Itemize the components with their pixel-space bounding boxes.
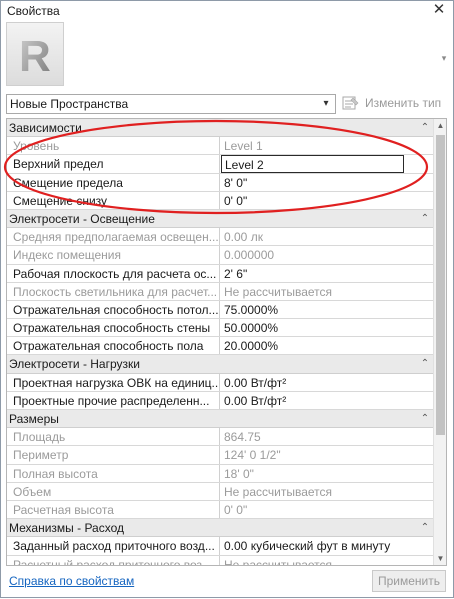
group-label: Размеры: [9, 412, 59, 426]
collapse-icon[interactable]: ⌃: [418, 411, 432, 426]
group-label: Электросети - Нагрузки: [9, 357, 140, 372]
property-value[interactable]: 2' 6": [221, 265, 434, 282]
property-value[interactable]: 0.00 Вт/фт²: [221, 392, 434, 409]
property-name: Смещение предела: [7, 173, 220, 191]
property-name: Смещение снизу: [7, 191, 220, 209]
title-bar: Свойства ✕: [1, 1, 453, 21]
property-name: Верхний предел: [7, 155, 220, 173]
property-row: Отражательная способность потол... 75.000…: [7, 300, 434, 320]
property-value: 124' 0 1/2": [224, 448, 281, 463]
property-name: Площадь: [7, 428, 220, 446]
property-name: Заданный расход приточного возд...: [7, 537, 220, 555]
property-row: Смещение предела 8' 0": [7, 173, 434, 192]
group-header[interactable]: Размеры ⌃: [7, 410, 434, 429]
property-row: Средняя предполагаемая освещен... 0.00 лк: [7, 228, 434, 247]
property-value: 0.000000: [224, 248, 275, 263]
property-row: Отражательная способность пола 20.0000%: [7, 337, 434, 356]
edit-type-icon: [342, 95, 360, 111]
scroll-thumb[interactable]: [436, 135, 445, 435]
property-name: Отражательная способность стены: [7, 319, 220, 337]
edit-type-button[interactable]: Изменить тип: [342, 94, 450, 114]
property-row: Проектная нагрузка ОВК на единиц... 0.00 …: [7, 373, 434, 392]
group-header[interactable]: Зависимости ⌃: [7, 119, 434, 138]
property-name: Полная высота: [7, 464, 220, 482]
group-header[interactable]: Электросети - Нагрузки ⌃: [7, 355, 434, 374]
collapse-icon[interactable]: ⌃: [418, 120, 432, 135]
type-selector-value: Новые Пространства: [10, 97, 129, 111]
property-name: Объем: [7, 482, 220, 500]
property-value: 864.75: [224, 430, 261, 445]
property-name: Расчетная высота: [7, 500, 220, 519]
property-name: Рабочая плоскость для расчета ос...: [7, 264, 220, 282]
group-header[interactable]: Механизмы - Расход ⌃: [7, 519, 434, 538]
property-row: Плоскость светильника для расчет... Не ра…: [7, 282, 434, 301]
type-selector-dropdown[interactable]: Новые Пространства ▾: [6, 94, 336, 114]
property-value: 0.00 лк: [224, 230, 263, 245]
property-value[interactable]: 20.0000%: [221, 337, 434, 354]
group-label: Механизмы - Расход: [9, 521, 125, 536]
apply-button[interactable]: Применить: [372, 570, 446, 592]
property-name: Расчетный расход приточного воз...: [7, 555, 220, 565]
property-name: Отражательная способность пола: [7, 337, 220, 355]
close-icon[interactable]: ✕: [431, 2, 447, 18]
scroll-down-icon[interactable]: ▼: [434, 552, 446, 565]
property-name: Уровень: [7, 137, 220, 155]
type-preview: R ▾: [2, 21, 452, 91]
properties-palette: Свойства ✕ R ▾ Новые Пространства ▾ Изме…: [0, 0, 454, 598]
property-row: Периметр 124' 0 1/2": [7, 446, 434, 465]
property-row: Объем Не рассчитывается: [7, 482, 434, 501]
property-row: Проектные прочие распределенн... 0.00 Вт/…: [7, 391, 434, 410]
property-row: Уровень Level 1: [7, 137, 434, 156]
chevron-down-icon[interactable]: ▾: [318, 96, 334, 112]
preview-scroll-icon[interactable]: ▾: [439, 53, 449, 63]
property-value: Не рассчитывается: [224, 557, 333, 566]
property-value[interactable]: 75.0000%: [221, 301, 434, 318]
property-value: 18' 0": [224, 466, 254, 481]
property-value[interactable]: 0' 0": [221, 192, 434, 209]
property-value[interactable]: 50.0000%: [221, 319, 434, 336]
property-grid: Зависимости ⌃ Уровень Level 1 Верхний предел…: [6, 118, 447, 566]
revit-logo-icon: R: [6, 22, 64, 86]
property-value: Не рассчитывается: [224, 284, 333, 299]
property-row: Заданный расход приточного возд... 0.00 к…: [7, 537, 434, 556]
property-row: Площадь 864.75: [7, 428, 434, 447]
group-label: Зависимости: [9, 121, 82, 135]
property-row: Рабочая плоскость для расчета ос... 2' 6": [7, 264, 434, 283]
collapse-icon[interactable]: ⌃: [418, 211, 432, 226]
property-name: Индекс помещения: [7, 246, 220, 264]
vertical-scrollbar[interactable]: ▲ ▼: [433, 119, 446, 565]
property-row: Расчетная высота 0' 0": [7, 500, 434, 520]
property-row: Расчетный расход приточного воз... Не рас…: [7, 555, 434, 566]
property-value[interactable]: 0.00 Вт/фт²: [221, 374, 434, 391]
property-value[interactable]: 0.00 кубический фут в минуту: [221, 537, 434, 554]
edit-type-label: Изменить тип: [365, 96, 442, 110]
property-value: Не рассчитывается: [224, 484, 333, 499]
property-name: Плоскость светильника для расчет...: [7, 282, 220, 300]
properties-help-link[interactable]: Справка по свойствам: [9, 574, 134, 588]
group-label: Электросети - Освещение: [9, 211, 155, 226]
collapse-icon[interactable]: ⌃: [418, 520, 432, 535]
property-row: Смещение снизу 0' 0": [7, 191, 434, 210]
property-grid-rows: Зависимости ⌃ Уровень Level 1 Верхний предел…: [7, 119, 434, 566]
logo-letter: R: [19, 32, 51, 81]
property-name: Проектная нагрузка ОВК на единиц...: [7, 373, 220, 391]
property-row: Полная высота 18' 0": [7, 464, 434, 483]
property-value[interactable]: 8' 0": [221, 174, 434, 191]
property-value: Level 1: [224, 139, 263, 154]
property-row: Индекс помещения 0.000000: [7, 246, 434, 265]
group-header[interactable]: Электросети - Освещение ⌃: [7, 209, 434, 229]
property-name: Периметр: [7, 446, 220, 464]
scroll-up-icon[interactable]: ▲: [434, 119, 446, 132]
collapse-icon[interactable]: ⌃: [418, 356, 432, 371]
property-name: Средняя предполагаемая освещен...: [7, 228, 220, 246]
palette-title: Свойства: [7, 4, 60, 18]
property-name: Проектные прочие распределенн...: [7, 391, 220, 409]
property-row: Отражательная способность стены 50.0000%: [7, 319, 434, 338]
property-value: 0' 0": [224, 502, 248, 517]
property-value-input[interactable]: Level 2: [221, 155, 404, 173]
property-name: Отражательная способность потол...: [7, 300, 220, 319]
property-row: Верхний предел Level 2: [7, 155, 434, 174]
